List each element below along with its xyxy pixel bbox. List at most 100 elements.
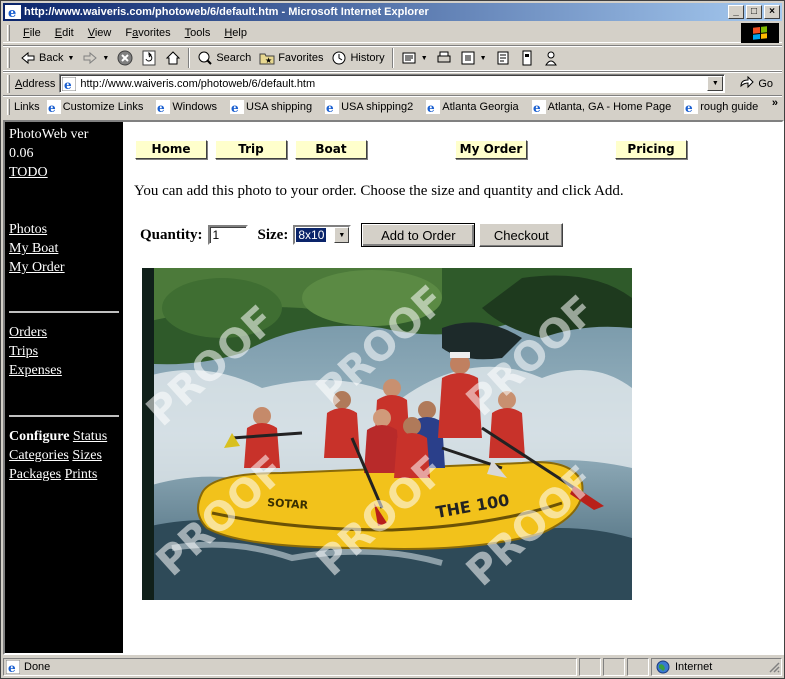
nav-home-button[interactable]: Home bbox=[135, 140, 207, 159]
todo-link[interactable]: TODO bbox=[9, 163, 48, 182]
edit-button[interactable]: ▼ bbox=[456, 47, 491, 69]
stop-button[interactable] bbox=[113, 47, 137, 69]
menu-view[interactable]: View bbox=[81, 27, 119, 39]
svg-text:e: e bbox=[326, 101, 334, 114]
svg-text:e: e bbox=[231, 101, 239, 114]
links-item-label: Atlanta, GA - Home Page bbox=[547, 100, 672, 113]
forward-arrow-icon bbox=[83, 51, 98, 65]
edit-page-icon bbox=[461, 51, 475, 65]
minimize-button[interactable]: _ bbox=[728, 5, 744, 19]
links-grip[interactable] bbox=[7, 98, 10, 115]
address-bar: Address e http://www.waiveris.com/photow… bbox=[3, 71, 782, 95]
zone-label: Internet bbox=[675, 660, 713, 673]
standard-toolbar: Back ▼ ▼ Search ★ Favorites History ▼ ▼ bbox=[3, 45, 782, 71]
links-item-label: rough guide bbox=[700, 100, 759, 113]
sidebar-link-expenses[interactable]: Expenses bbox=[9, 361, 62, 380]
menu-file[interactable]: File bbox=[16, 27, 48, 39]
forward-dropdown-icon[interactable]: ▼ bbox=[102, 55, 109, 62]
history-label: History bbox=[350, 52, 385, 64]
sidebar-link-packages[interactable]: Packages bbox=[9, 465, 61, 484]
quantity-input[interactable] bbox=[207, 225, 248, 245]
links-item[interactable]: e Windows bbox=[156, 99, 217, 114]
history-icon bbox=[332, 51, 346, 65]
windows-logo-icon bbox=[741, 23, 779, 43]
svg-text:e: e bbox=[64, 78, 72, 91]
print-button[interactable] bbox=[432, 47, 456, 69]
links-item[interactable]: e rough guide bbox=[684, 99, 759, 114]
nav-boat-button[interactable]: Boat bbox=[295, 140, 367, 159]
menu-tools[interactable]: Tools bbox=[178, 27, 218, 39]
sidebar-link-status[interactable]: Status bbox=[73, 427, 107, 446]
sidebar-link-sizes[interactable]: Sizes bbox=[72, 446, 102, 465]
address-url[interactable]: http://www.waiveris.com/photoweb/6/defau… bbox=[80, 78, 707, 90]
search-icon bbox=[198, 51, 213, 65]
sidebar-link-prints[interactable]: Prints bbox=[65, 465, 98, 484]
forward-button[interactable]: ▼ bbox=[78, 47, 113, 69]
edit-dropdown-icon[interactable]: ▼ bbox=[480, 55, 487, 62]
size-select[interactable]: 8x10 ▼ bbox=[293, 225, 352, 245]
sidebar-link-my-boat[interactable]: My Boat bbox=[9, 239, 58, 258]
resize-grip-icon[interactable] bbox=[768, 661, 780, 673]
links-item[interactable]: e Atlanta, GA - Home Page bbox=[531, 99, 672, 114]
links-item[interactable]: e USA shipping2 bbox=[325, 99, 414, 114]
sidebar: PhotoWeb ver 0.06 TODO Photos My Boat My… bbox=[5, 122, 123, 653]
link-ie-icon: e bbox=[156, 99, 171, 114]
toolbar-grip[interactable] bbox=[7, 48, 10, 68]
link-ie-icon: e bbox=[325, 99, 340, 114]
printer-icon bbox=[437, 51, 451, 63]
sidebar-link-photos[interactable]: Photos bbox=[9, 220, 47, 239]
research-button[interactable] bbox=[515, 47, 539, 69]
menu-help[interactable]: Help bbox=[217, 27, 254, 39]
mail-dropdown-icon[interactable]: ▼ bbox=[421, 55, 428, 62]
mail-icon bbox=[402, 52, 416, 64]
back-dropdown-icon[interactable]: ▼ bbox=[67, 55, 74, 62]
status-text: Done bbox=[24, 660, 51, 673]
go-arrow-icon bbox=[740, 75, 755, 88]
address-field[interactable]: e http://www.waiveris.com/photoweb/6/def… bbox=[59, 74, 726, 93]
stop-icon bbox=[117, 50, 133, 66]
links-bar: Links e Customize Links e Windows e USA shipp… bbox=[3, 95, 782, 117]
svg-text:★: ★ bbox=[265, 56, 272, 65]
go-button[interactable]: Go bbox=[739, 75, 773, 92]
title-bar: e http://www.waiveris.com/photoweb/6/def… bbox=[3, 3, 782, 21]
svg-text:e: e bbox=[533, 101, 541, 114]
home-button[interactable] bbox=[161, 47, 185, 69]
back-arrow-icon bbox=[21, 51, 35, 65]
menu-favorites[interactable]: Favorites bbox=[118, 27, 177, 39]
links-item-label: USA shipping2 bbox=[341, 100, 414, 113]
favorites-folder-icon: ★ bbox=[259, 53, 275, 65]
sidebar-link-categories[interactable]: Categories bbox=[9, 446, 69, 465]
close-button[interactable]: × bbox=[764, 5, 780, 19]
links-item[interactable]: e USA shipping bbox=[230, 99, 312, 114]
discuss-button[interactable] bbox=[491, 47, 515, 69]
nav-trip-button[interactable]: Trip bbox=[215, 140, 287, 159]
refresh-button[interactable] bbox=[137, 47, 161, 69]
back-button[interactable]: Back ▼ bbox=[16, 47, 78, 69]
sidebar-link-my-order[interactable]: My Order bbox=[9, 258, 65, 277]
messenger-button[interactable] bbox=[539, 47, 563, 69]
home-icon bbox=[166, 51, 181, 65]
history-button[interactable]: History bbox=[327, 47, 388, 69]
menu-grip[interactable] bbox=[7, 24, 10, 41]
link-ie-icon: e bbox=[230, 99, 245, 114]
address-dropdown-icon[interactable]: ▼ bbox=[707, 76, 724, 91]
nav-pricing-button[interactable]: Pricing bbox=[615, 140, 687, 159]
maximize-button[interactable]: □ bbox=[746, 5, 762, 19]
address-grip[interactable] bbox=[7, 74, 10, 93]
add-to-order-button[interactable]: Add to Order bbox=[361, 223, 476, 247]
menu-edit[interactable]: Edit bbox=[48, 27, 81, 39]
favorites-button[interactable]: ★ Favorites bbox=[255, 47, 327, 69]
discuss-icon bbox=[497, 51, 509, 65]
nav-my-order-button[interactable]: My Order bbox=[455, 140, 527, 159]
links-item[interactable]: e Atlanta Georgia bbox=[426, 99, 519, 114]
mail-button[interactable]: ▼ bbox=[397, 47, 432, 69]
svg-text:e: e bbox=[48, 101, 56, 114]
sidebar-link-trips[interactable]: Trips bbox=[9, 342, 38, 361]
size-selected-value: 8x10 bbox=[295, 227, 328, 243]
size-dropdown-icon[interactable]: ▼ bbox=[334, 227, 350, 243]
sidebar-link-orders[interactable]: Orders bbox=[9, 323, 47, 342]
checkout-button[interactable]: Checkout bbox=[479, 223, 564, 247]
links-item[interactable]: e Customize Links bbox=[46, 99, 143, 114]
links-more-chevron-icon[interactable]: » bbox=[772, 97, 778, 109]
search-button[interactable]: Search bbox=[193, 47, 255, 69]
